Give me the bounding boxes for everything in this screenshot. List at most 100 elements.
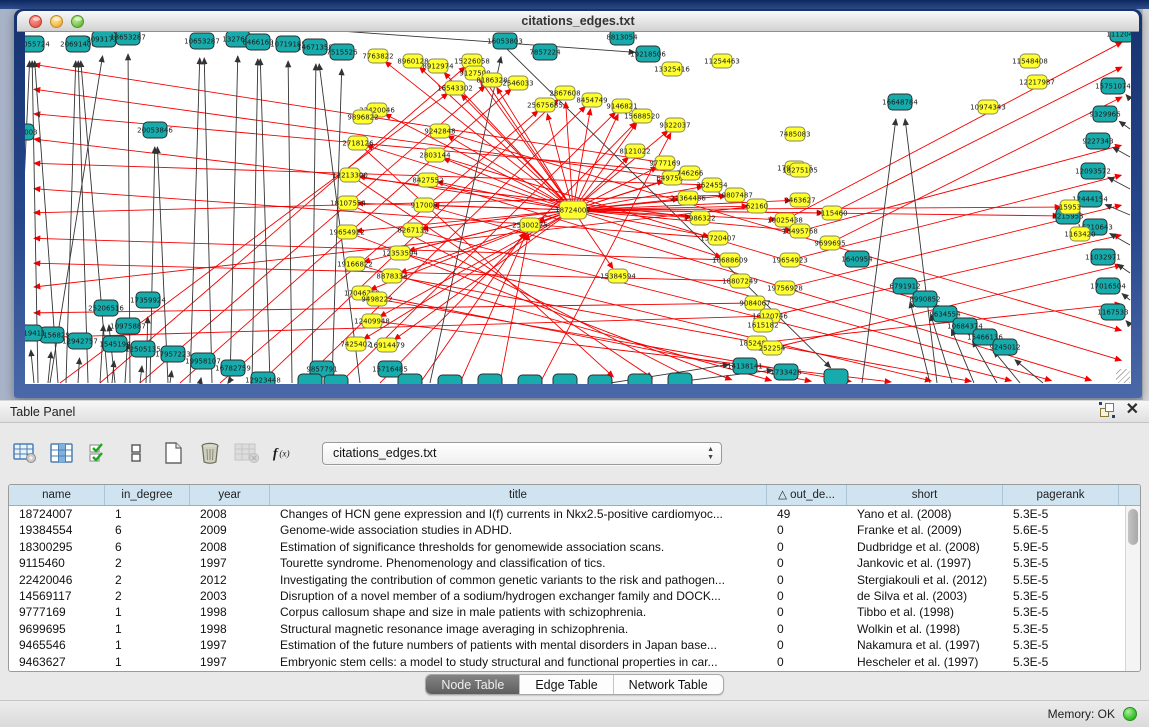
network-canvas[interactable]: 1405572420691406209317191865328710653287… [25,32,1131,384]
table-row[interactable]: 2242004622012Investigating the contribut… [9,572,1140,588]
cell-short[interactable]: Jankovic et al. (1997) [847,555,1003,571]
citation-edge-red[interactable] [573,123,637,210]
cell-name[interactable]: 19384554 [9,522,105,538]
citation-edge-black[interactable] [994,351,1020,383]
cell-year[interactable]: 1997 [190,637,270,653]
citation-edge-black[interactable] [78,358,79,383]
table-row[interactable]: 1872400712008Changes of HCN gene express… [9,506,1140,522]
citation-edge-black[interactable] [200,378,201,383]
table-row[interactable]: 946554611997Estimation of the future num… [9,637,1140,653]
table-row[interactable]: 1456911722003Disruption of a novel membe… [9,588,1140,604]
cell-pagerank[interactable]: 5.3E-5 [1003,604,1119,620]
table-row[interactable]: 911546021997Tourette syndrome. Phenomeno… [9,555,1140,571]
citation-edge-black[interactable] [1117,264,1130,273]
citation-edge-red[interactable] [566,102,573,210]
row-height-icon[interactable] [123,440,149,466]
citation-edge-black[interactable] [260,59,270,383]
cell-title[interactable]: Changes of HCN gene expression and I(f) … [270,506,767,522]
select-rows-icon[interactable] [86,440,112,466]
cell-pagerank[interactable]: 5.3E-5 [1003,555,1119,571]
citation-edge-red[interactable] [573,109,590,210]
cell-short[interactable]: Tibbo et al. (1998) [847,604,1003,620]
cell-out_de[interactable]: 49 [767,506,847,522]
cell-short[interactable]: Stergiakouli et al. (2012) [847,572,1003,588]
cell-name[interactable]: 22420046 [9,572,105,588]
cell-pagerank[interactable]: 5.3E-5 [1003,506,1119,522]
cell-short[interactable]: Hescheler et al. (1997) [847,654,1003,670]
cell-name[interactable]: 9115460 [9,555,105,571]
citation-edge-black[interactable] [252,59,258,383]
citation-edge-red[interactable] [392,276,971,381]
citation-edge-black[interactable] [1108,177,1130,189]
cell-pagerank[interactable]: 5.5E-5 [1003,572,1119,588]
cell-name[interactable]: 9699695 [9,621,105,637]
cell-out_de[interactable]: 0 [767,637,847,653]
cell-in_degree[interactable]: 1 [105,506,190,522]
cell-title[interactable]: Disruption of a novel member of a sodium… [270,588,767,604]
cell-name[interactable]: 9463627 [9,654,105,670]
cell-out_de[interactable]: 0 [767,555,847,571]
cell-title[interactable]: Structural magnetic resonance image aver… [270,621,767,637]
column-header-short[interactable]: short [847,485,1003,505]
vertical-scrollbar[interactable] [1125,506,1140,671]
citation-edge-black[interactable] [312,64,316,383]
citation-edge-red[interactable] [355,264,771,381]
citation-edge-black[interactable] [204,58,212,383]
cell-short[interactable]: Franke et al. (2009) [847,522,1003,538]
column-header-year[interactable]: year [190,485,270,505]
table-row[interactable]: 1830029562008Estimation of significance … [9,539,1140,555]
cell-short[interactable]: Yano et al. (2008) [847,506,1003,522]
cell-short[interactable]: Wolkin et al. (1998) [847,621,1003,637]
table-settings-icon[interactable] [12,440,38,466]
column-header-out_de[interactable]: △ out_de... [767,485,847,505]
cell-pagerank[interactable]: 5.3E-5 [1003,654,1119,670]
network-window-titlebar[interactable]: citations_edges.txt [17,11,1139,32]
cell-title[interactable]: Tourette syndrome. Phenomenology and cla… [270,555,767,571]
cell-in_degree[interactable]: 1 [105,654,190,670]
cell-in_degree[interactable]: 1 [105,621,190,637]
column-header-title[interactable]: title [270,485,767,505]
table-row[interactable]: 977716911998Corpus callosum shape and si… [9,604,1140,620]
cell-in_degree[interactable]: 6 [105,539,190,555]
cell-title[interactable]: Estimation of the future numbers of pati… [270,637,767,653]
graph-node[interactable] [324,375,348,384]
table-panel-titlebar[interactable]: Table Panel ✕ [0,400,1149,423]
cell-in_degree[interactable]: 1 [105,637,190,653]
cell-title[interactable]: Genome-wide association studies in ADHD. [270,522,767,538]
float-panel-icon[interactable] [1100,403,1114,417]
citation-edge-black[interactable] [1122,294,1130,300]
column-header-pagerank[interactable]: pagerank [1003,485,1119,505]
citation-edge-black[interactable] [170,371,172,383]
cell-in_degree[interactable]: 2 [105,588,190,604]
graph-node[interactable] [518,375,542,384]
cell-name[interactable]: 9465546 [9,637,105,653]
cell-in_degree[interactable]: 2 [105,572,190,588]
cell-year[interactable]: 1998 [190,621,270,637]
cell-short[interactable]: Nakamura et al. (1997) [847,637,1003,653]
citation-edge-black[interactable] [862,119,896,383]
cell-title[interactable]: Investigating the contribution of common… [270,572,767,588]
cell-pagerank[interactable]: 5.3E-5 [1003,637,1119,653]
cell-out_de[interactable]: 0 [767,621,847,637]
resize-grip[interactable] [1116,369,1130,383]
cell-year[interactable]: 2009 [190,522,270,538]
cell-short[interactable]: de Silva et al. (2003) [847,588,1003,604]
cell-pagerank[interactable]: 5.3E-5 [1003,621,1119,637]
table-selector-dropdown[interactable]: citations_edges.txt ▲▼ [322,442,722,465]
citation-edge-black[interactable] [140,366,142,383]
cell-title[interactable]: Estimation of significance thresholds fo… [270,539,767,555]
cell-pagerank[interactable]: 5.9E-5 [1003,539,1119,555]
cell-out_de[interactable]: 0 [767,522,847,538]
column-header-name[interactable]: name [9,485,105,505]
cell-year[interactable]: 2008 [190,506,270,522]
table-row[interactable]: 946362711997Embryonic stem cells: a mode… [9,654,1140,670]
cell-title[interactable]: Embryonic stem cells: a model to study s… [270,654,767,670]
cell-out_de[interactable]: 0 [767,654,847,670]
graph-node[interactable] [398,374,422,384]
cell-name[interactable]: 14569117 [9,588,105,604]
graph-node[interactable] [588,375,612,384]
cell-name[interactable]: 18300295 [9,539,105,555]
cell-year[interactable]: 1998 [190,604,270,620]
cell-title[interactable]: Corpus callosum shape and size in male p… [270,604,767,620]
cell-pagerank[interactable]: 5.6E-5 [1003,522,1119,538]
